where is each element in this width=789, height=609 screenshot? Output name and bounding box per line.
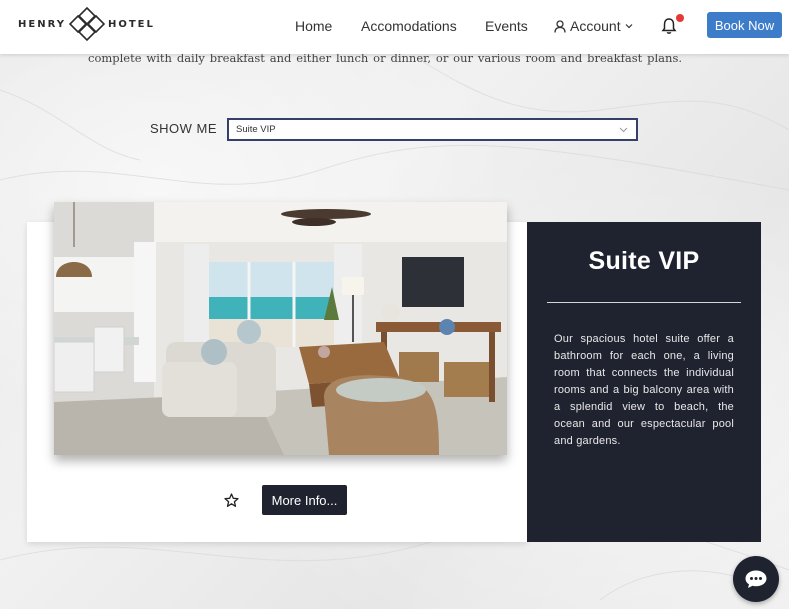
chat-bubble-icon (745, 570, 767, 588)
nav-account-menu[interactable]: Account (554, 18, 633, 34)
notification-badge (676, 14, 684, 22)
show-me-label: SHOW ME (150, 121, 218, 136)
book-now-button[interactable]: Book Now (707, 12, 782, 38)
chevron-down-icon (625, 24, 633, 29)
room-type-select[interactable]: Suite VIP (227, 118, 638, 141)
bell-icon[interactable] (661, 17, 677, 35)
room-photo (54, 202, 507, 455)
account-label: Account (570, 18, 621, 34)
room-title: Suite VIP (588, 247, 700, 275)
nav-accomodations-link[interactable]: Accomodations (361, 18, 457, 34)
brand-name-left: HENRY (18, 18, 66, 30)
nav-home-link[interactable]: Home (295, 18, 332, 34)
brand-name-right: HOTEL (107, 18, 155, 30)
title-divider (547, 302, 741, 303)
nav-events-link[interactable]: Events (485, 18, 528, 34)
chevron-down-icon (619, 127, 628, 133)
site-header: HENRY HOTEL Home Accomodations Events Ac… (0, 0, 789, 54)
more-info-button[interactable]: More Info... (262, 485, 347, 515)
room-description: Our spacious hotel suite offer a bathroo… (554, 333, 734, 447)
chat-button[interactable] (733, 556, 779, 602)
diamond-lattice-logo-icon (68, 6, 106, 42)
user-icon (554, 19, 566, 33)
room-type-selected-value: Suite VIP (236, 124, 276, 135)
brand-logo[interactable]: HENRY HOTEL (18, 6, 155, 42)
star-icon[interactable] (224, 493, 239, 508)
